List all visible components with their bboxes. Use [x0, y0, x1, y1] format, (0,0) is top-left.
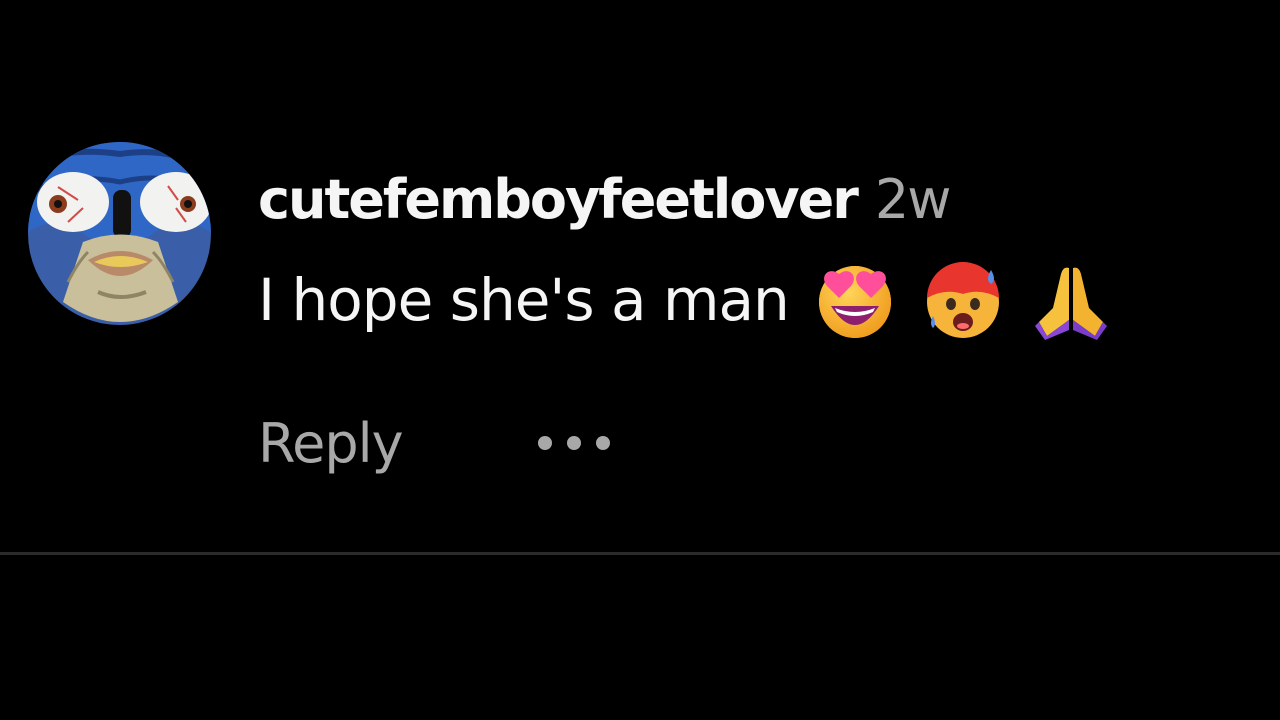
comment-item: cutefemboyfeetlover 2w I hope she's a man	[0, 0, 1280, 555]
comment-actions: Reply	[258, 405, 610, 481]
dot	[595, 436, 610, 450]
comment-text: I hope she's a man	[258, 266, 790, 334]
dot	[537, 436, 552, 450]
comment-screen: cutefemboyfeetlover 2w I hope she's a man	[0, 0, 1280, 720]
hot-face-sweating-icon	[921, 258, 1005, 342]
comment-header: cutefemboyfeetlover 2w	[258, 168, 952, 238]
reply-button[interactable]: Reply	[258, 412, 404, 475]
avatar[interactable]	[28, 142, 211, 325]
divider	[0, 552, 1280, 555]
more-options-icon[interactable]	[537, 423, 610, 463]
avatar-image	[28, 142, 211, 325]
timestamp: 2w	[874, 168, 952, 231]
dot	[566, 436, 581, 450]
smiling-face-with-heart-eyes-icon	[813, 258, 897, 342]
folded-hands-icon	[1029, 258, 1113, 342]
comment-body: I hope she's a man	[258, 260, 1113, 340]
username-link[interactable]: cutefemboyfeetlover	[258, 168, 859, 231]
